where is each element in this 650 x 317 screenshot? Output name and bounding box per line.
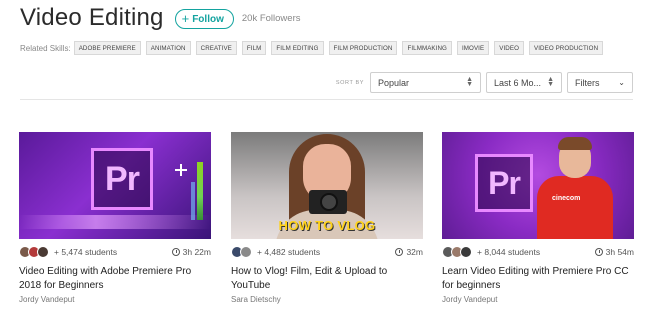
camera-lens xyxy=(320,193,338,211)
plus-icon xyxy=(175,164,187,176)
follow-button[interactable]: + Follow xyxy=(174,9,234,29)
related-skills-label: Related Skills: xyxy=(20,43,71,53)
related-skills: Related Skills: Adobe Premiere Animation… xyxy=(20,41,608,55)
skill-tag-creative[interactable]: Creative xyxy=(195,41,237,55)
sort-controls: SORT BY Popular ▲ ▼ Last 6 Mo... ▲ ▼ Filte… xyxy=(336,72,633,93)
duration-text: 3h 22m xyxy=(182,247,211,257)
course-card[interactable]: Pr cinecom + 8,044 students 3h 54m Learn… xyxy=(442,132,634,304)
course-meta: + 4,482 students 32m xyxy=(231,244,423,260)
course-author[interactable]: Sara Dietschy xyxy=(231,295,423,304)
student-avatars xyxy=(231,246,252,258)
course-meta: + 5,474 students 3h 22m xyxy=(19,244,211,260)
course-title[interactable]: How to Vlog! Film, Edit & Upload to YouT… xyxy=(231,265,423,293)
student-count: + 5,474 students xyxy=(54,247,118,257)
student-count: + 8,044 students xyxy=(477,247,541,257)
course-meta: + 8,044 students 3h 54m xyxy=(442,244,634,260)
updown-chevron-icon: ▲ ▼ xyxy=(466,75,473,88)
filters-label: Filters xyxy=(575,77,600,88)
duration-text: 3h 54m xyxy=(605,247,634,257)
thumbnail-glow xyxy=(19,215,211,229)
sort-select[interactable]: Popular ▲ ▼ xyxy=(370,72,481,93)
thumbnail-level-bar xyxy=(191,182,195,220)
avatar xyxy=(460,246,472,258)
course-title[interactable]: Video Editing with Adobe Premiere Pro 20… xyxy=(19,265,211,293)
page-header: Video Editing + Follow 20k Followers xyxy=(20,4,300,32)
thumbnail-level-bar xyxy=(197,162,203,220)
skill-tag-film[interactable]: Film xyxy=(241,41,267,55)
page-title: Video Editing xyxy=(20,4,164,31)
chevron-down-icon: ⌄ xyxy=(618,78,625,87)
duration-text: 32m xyxy=(406,247,423,257)
thumbnail-caption: HOW TO VLOG xyxy=(278,218,376,233)
skill-tag-film-production[interactable]: Film Production xyxy=(328,41,398,55)
clock-icon xyxy=(594,248,603,256)
student-count: + 4,482 students xyxy=(257,247,321,257)
updown-chevron-icon: ▲ ▼ xyxy=(547,75,554,88)
thumbnail-person-hair xyxy=(558,137,592,150)
course-thumbnail[interactable]: Pr cinecom xyxy=(442,132,634,239)
avatar xyxy=(240,246,252,258)
skill-tag-film-editing[interactable]: Film Editing xyxy=(271,41,324,55)
follow-label: Follow xyxy=(192,13,224,25)
course-thumbnail[interactable]: HOW TO VLOG xyxy=(231,132,423,239)
plus-icon: + xyxy=(181,11,190,26)
avatar xyxy=(37,246,49,258)
skill-tag-imovie[interactable]: iMovie xyxy=(456,41,490,55)
skill-tag-adobe-premiere[interactable]: Adobe Premiere xyxy=(73,41,141,55)
skill-tag-filmmaking[interactable]: Filmmaking xyxy=(402,41,452,55)
filters-dropdown[interactable]: Filters ⌄ xyxy=(567,72,633,93)
student-avatars xyxy=(442,246,472,258)
sort-by-label: SORT BY xyxy=(335,79,364,86)
period-select-value: Last 6 Mo... xyxy=(494,77,542,88)
course-duration: 3h 54m xyxy=(594,247,634,257)
course-author[interactable]: Jordy Vandeput xyxy=(19,295,211,304)
clock-icon xyxy=(171,248,180,256)
period-select[interactable]: Last 6 Mo... ▲ ▼ xyxy=(486,72,562,93)
skill-tag-video-production[interactable]: Video Production xyxy=(529,41,604,55)
course-author[interactable]: Jordy Vandeput xyxy=(442,295,634,304)
followers-count: 20k Followers xyxy=(241,12,301,24)
student-avatars xyxy=(19,246,49,258)
course-title[interactable]: Learn Video Editing with Premiere Pro CC… xyxy=(442,265,634,293)
skill-tag-animation[interactable]: Animation xyxy=(145,41,191,55)
course-thumbnail[interactable]: Pr xyxy=(19,132,211,239)
divider xyxy=(20,99,633,100)
clock-icon xyxy=(395,248,404,256)
course-duration: 32m xyxy=(395,247,423,257)
course-card[interactable]: Pr + 5,474 students 3h 22m Video Editing… xyxy=(19,132,211,304)
skill-tag-video[interactable]: Video xyxy=(494,41,524,55)
thumbnail-person-body xyxy=(537,176,613,239)
course-duration: 3h 22m xyxy=(171,247,211,257)
sort-select-value: Popular xyxy=(378,77,410,88)
premiere-pro-logo: Pr xyxy=(475,154,533,212)
shirt-logo: cinecom xyxy=(552,195,581,202)
premiere-pro-logo: Pr xyxy=(91,148,153,210)
course-card[interactable]: HOW TO VLOG + 4,482 students 32m How to … xyxy=(231,132,423,304)
